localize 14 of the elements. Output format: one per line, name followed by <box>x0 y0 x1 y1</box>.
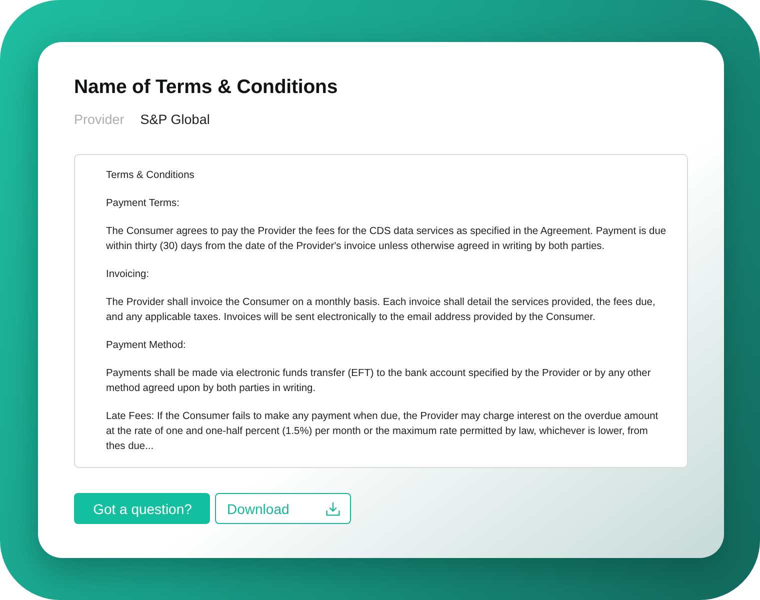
terms-paragraph: Terms & Conditions <box>106 169 196 183</box>
terms-paragraph: The Consumer agrees to pay the Provider the fees for the CDS data services as specified in the Agreement. Payment is due within thirty (30) days from the date of the Provider's invoice unless otherwise agreed in writing by both parties. <box>106 225 667 254</box>
provider-value: S&P Global <box>140 111 210 129</box>
question-button[interactable]: Got a question? <box>74 493 210 524</box>
download-icon <box>326 502 340 516</box>
download-button[interactable]: Download <box>215 493 351 524</box>
page-title: Name of Terms & Conditions <box>74 75 338 100</box>
terms-paragraph: Late Fees: If the Consumer fails to make any payment when due, the Provider may charge interest on the overdue amount at the rate of one and one-half percent (1.5%) per month or the maximum rate permitted by law, whichever is lower, from thes due... <box>106 410 660 454</box>
terms-paragraph: Payment Terms: <box>106 197 180 211</box>
terms-paragraph: The Provider shall invoice the Consumer on a monthly basis. Each invoice shall detail the services provided, the fees due, and any applicable taxes. Invoices will be sent electronically to the email address provided by the Consumer. <box>106 296 656 325</box>
provider-label: Provider <box>74 111 124 129</box>
terms-paragraph: Payments shall be made via electronic funds transfer (EFT) to the bank account specified by the Provider or by any other method agreed upon by both parties in writing. <box>106 367 652 396</box>
terms-paragraph: Invoicing: <box>106 268 150 282</box>
terms-paragraph: Payment Method: <box>106 339 187 353</box>
